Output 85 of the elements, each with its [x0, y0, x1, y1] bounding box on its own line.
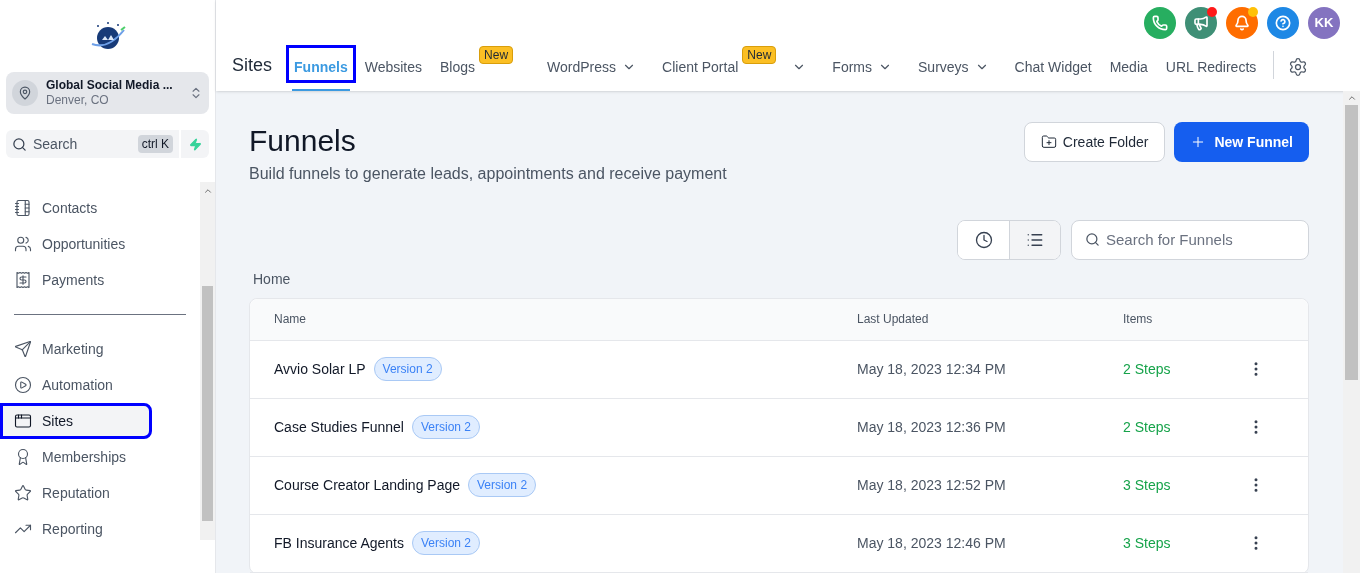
column-header: Items	[1123, 311, 1153, 328]
scroll-up-icon	[202, 186, 213, 196]
sidebar-item[interactable]: Automation	[0, 367, 198, 403]
clock-icon	[974, 230, 993, 249]
tab-underline	[292, 89, 350, 91]
account-name: Global Social Media ...	[46, 78, 174, 93]
list-view-button[interactable]	[1009, 220, 1060, 259]
last-updated: May 18, 2023 12:36 PM	[857, 417, 1007, 437]
megaphone-icon	[1193, 15, 1209, 31]
help-button[interactable]	[1267, 7, 1299, 39]
sidebar-item[interactable]: Reputation	[0, 475, 198, 511]
version-badge: Version 2	[411, 531, 480, 555]
funnel-search-field[interactable]: Search for Funnels	[1071, 219, 1309, 260]
table-row[interactable]: Case Studies Funnel Version 2 May 18, 2023 12:36 PM 2 Steps	[250, 398, 1308, 457]
sidebar-item[interactable]: Reporting	[0, 511, 198, 547]
location-pin-icon	[18, 86, 32, 100]
scrollbar[interactable]	[200, 182, 215, 540]
steps-count: 2 Steps	[1123, 359, 1172, 379]
shortcut-hint: ctrl K	[137, 135, 173, 153]
account-switcher[interactable]: Global Social Media ... Denver, CO	[6, 72, 209, 114]
help-icon	[1275, 15, 1291, 31]
settings-icon[interactable]	[1288, 57, 1309, 77]
search-icon	[1085, 231, 1100, 247]
sidebar-item[interactable]: Memberships	[0, 439, 198, 475]
nav-tab[interactable]: Chat Widget	[1005, 45, 1101, 83]
search-icon	[12, 136, 27, 152]
create-folder-button[interactable]: Create Folder	[1023, 122, 1166, 162]
scrollbar[interactable]	[1343, 91, 1360, 573]
nav-tab[interactable]: Client Portal New	[653, 45, 816, 83]
account-location: Denver, CO	[46, 93, 110, 108]
bell-icon	[1234, 15, 1250, 31]
sidebar-item[interactable]: Sites	[0, 403, 152, 439]
search-placeholder: Search	[33, 134, 79, 154]
search-field[interactable]: Search ctrl K	[6, 130, 179, 158]
nav-tab[interactable]: Surveys	[909, 45, 998, 83]
page-subtitle: Build funnels to generate leads, appointments and receive payment	[249, 163, 727, 184]
funnel-name: Case Studies Funnel	[274, 417, 404, 437]
version-badge: Version 2	[468, 473, 537, 497]
star-icon	[14, 484, 32, 502]
version-badge: Version 2	[373, 357, 442, 381]
sidebar-item[interactable]: Contacts	[0, 190, 198, 226]
sidebar-item[interactable]: Payments	[0, 262, 198, 298]
funnel-name: Avvio Solar LP	[274, 359, 366, 379]
sidebar-item[interactable]: Marketing	[0, 331, 198, 367]
phone-button[interactable]	[1144, 7, 1176, 39]
new-badge: New	[742, 46, 777, 64]
new-funnel-button[interactable]: New Funnel	[1174, 122, 1309, 162]
last-updated: May 18, 2023 12:46 PM	[857, 533, 1007, 553]
megaphone-button[interactable]	[1185, 7, 1217, 39]
people-icon	[14, 235, 32, 253]
lightning-icon	[188, 137, 202, 151]
column-header: Name	[274, 311, 307, 328]
play-circle-icon	[14, 376, 32, 394]
steps-count: 2 Steps	[1123, 417, 1172, 437]
funnel-name: Course Creator Landing Page	[274, 475, 460, 495]
nav-tab[interactable]: WordPress	[538, 45, 646, 83]
steps-count: 3 Steps	[1123, 533, 1172, 553]
phone-icon	[1152, 15, 1168, 31]
column-header: Last Updated	[857, 311, 930, 328]
nav-tab[interactable]: Forms	[823, 45, 901, 83]
bell-button[interactable]	[1226, 7, 1258, 39]
last-updated: May 18, 2023 12:52 PM	[857, 475, 1007, 495]
table-row[interactable]: FB Insurance Agents Version 2 May 18, 2023 12:46 PM 3 Steps	[250, 514, 1308, 573]
notebook-icon	[14, 199, 32, 217]
table-row[interactable]: Course Creator Landing Page Version 2 May 18, 2023 12:52 PM 3 Steps	[250, 456, 1308, 515]
table-row[interactable]: Avvio Solar LP Version 2 May 18, 2023 12:34 PM 2 Steps	[250, 340, 1308, 399]
steps-count: 3 Steps	[1123, 475, 1172, 495]
funnel-name: FB Insurance Agents	[274, 533, 404, 553]
breadcrumb-link[interactable]: Home	[253, 268, 291, 290]
nav-tab[interactable]: URL Redirects	[1156, 45, 1266, 83]
folder-plus-icon	[1040, 134, 1057, 150]
nav-tab[interactable]: Media	[1100, 45, 1157, 83]
new-badge: New	[479, 46, 514, 64]
section-title: Sites	[232, 54, 273, 77]
browser-window-icon	[14, 412, 32, 430]
nav-tab[interactable]: Websites	[355, 45, 432, 83]
scroll-up-icon	[1346, 93, 1357, 103]
sidebar-item[interactable]: Opportunities	[0, 226, 198, 262]
paper-plane-icon	[14, 340, 32, 358]
user-avatar[interactable]: KK	[1308, 7, 1340, 39]
last-updated: May 18, 2023 12:34 PM	[857, 359, 1007, 379]
page-title: Funnels	[249, 123, 357, 159]
version-badge: Version 2	[411, 415, 480, 439]
nav-tab[interactable]: Blogs New	[431, 45, 523, 83]
receipt-icon	[14, 271, 32, 289]
